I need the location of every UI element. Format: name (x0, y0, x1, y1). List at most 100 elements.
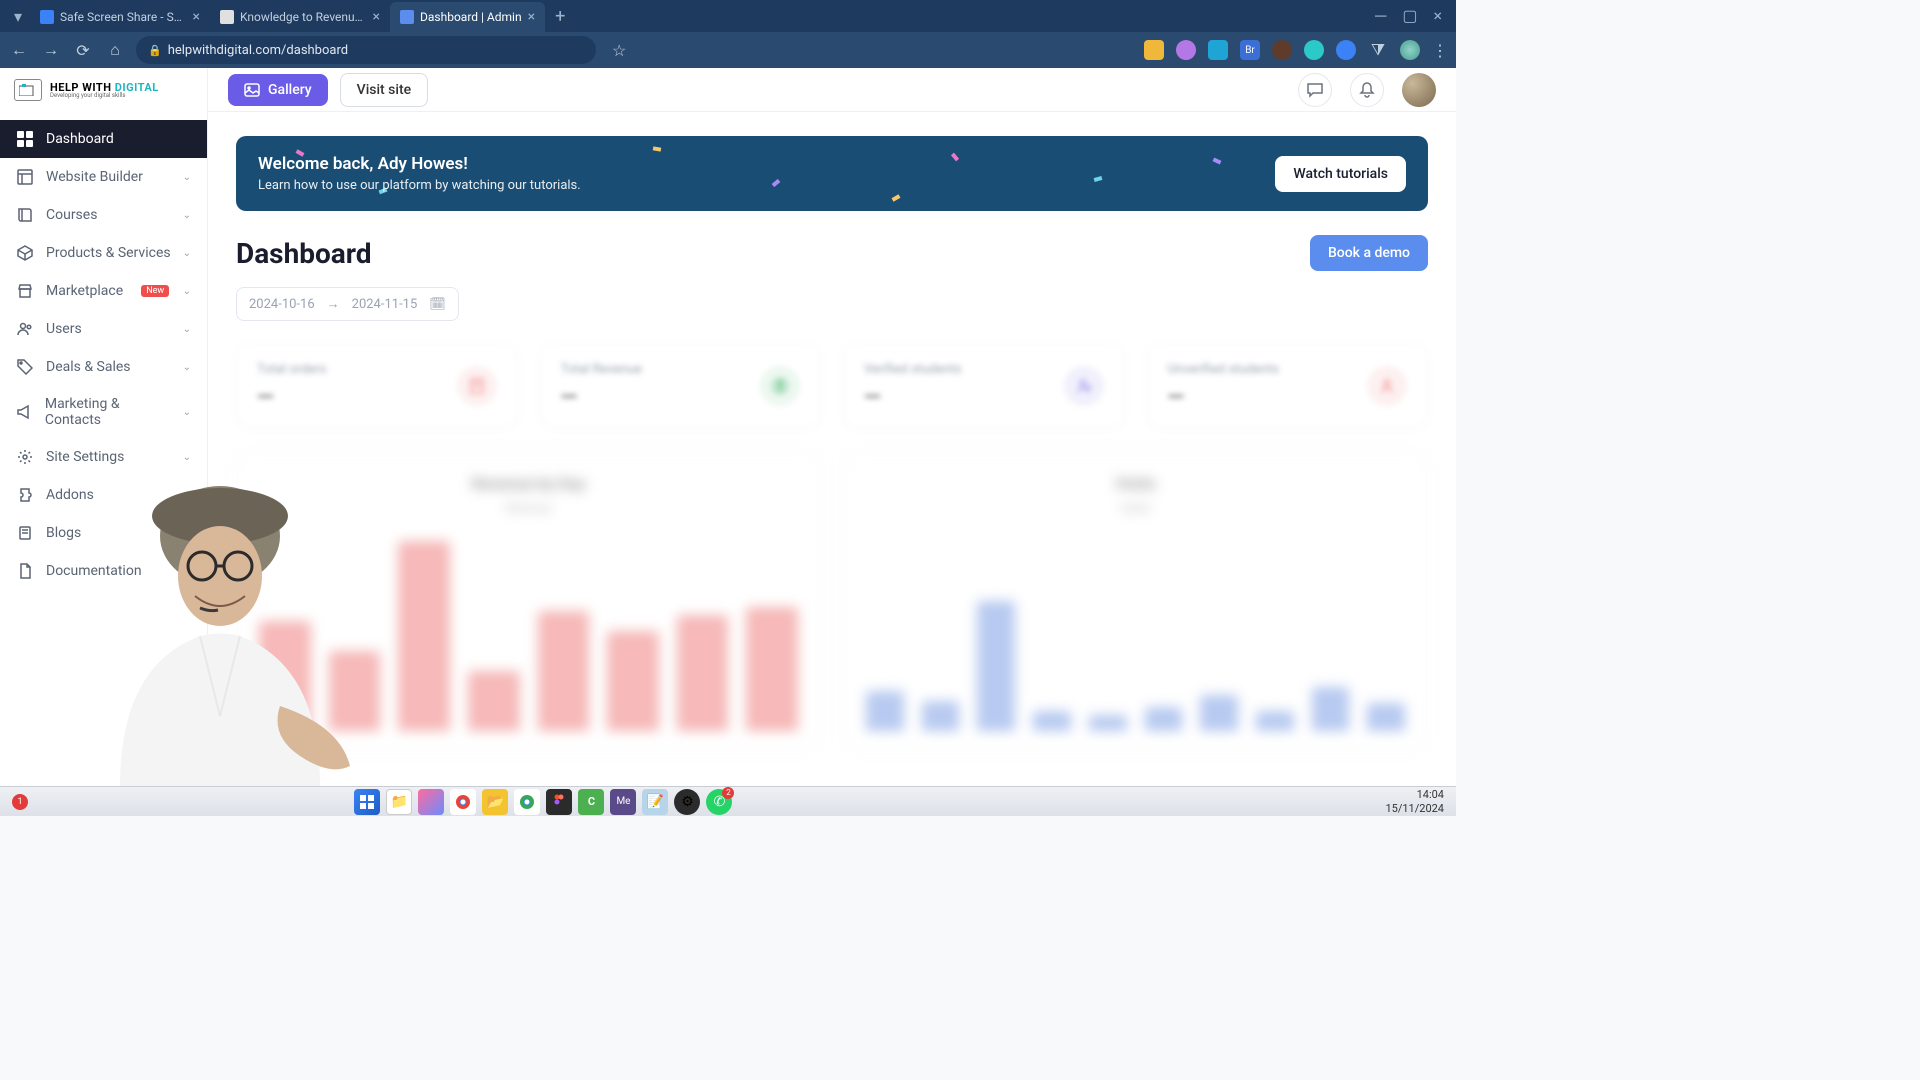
window-close-icon[interactable]: × (1433, 6, 1442, 26)
chart-bars (866, 531, 1405, 731)
grid-icon (16, 130, 34, 148)
taskbar-app-obs[interactable]: ⚙ (674, 789, 700, 815)
extension-icon[interactable]: Br (1240, 40, 1260, 60)
back-button[interactable]: ← (8, 40, 30, 60)
taskbar-notification-badge[interactable]: 1 (12, 794, 28, 810)
stat-card-unverified-students: Unverified students — (1147, 343, 1429, 429)
app-root: HELP WITH DIGITAL Developing your digita… (0, 68, 1456, 786)
bookmark-star-icon[interactable]: ☆ (612, 41, 626, 60)
start-button[interactable] (354, 789, 380, 815)
taskbar-app-files[interactable]: 📂 (482, 789, 508, 815)
sidebar-item-users[interactable]: Users ⌄ (0, 310, 207, 348)
date-range-picker[interactable]: 2024-10-16 → 2024-11-15 🗓 (236, 287, 459, 321)
extension-icon[interactable] (1176, 40, 1196, 60)
sidebar-item-label: Site Settings (46, 449, 124, 465)
window-maximize-icon[interactable]: ▢ (1402, 6, 1417, 26)
tab-search-dropdown[interactable]: ▾ (6, 7, 30, 26)
logo-icon (14, 79, 42, 101)
taskbar-app-chrome[interactable] (450, 789, 476, 815)
browser-tab-2[interactable]: Dashboard | Admin × (390, 2, 545, 32)
stats-row: Total orders — Total Revenue — $ (236, 343, 1428, 429)
bar (1367, 703, 1405, 731)
sidebar-item-deals-sales[interactable]: Deals & Sales ⌄ (0, 348, 207, 386)
chevron-down-icon: ⌄ (183, 286, 191, 297)
orders-icon (457, 366, 497, 406)
sidebar-item-label: Addons (46, 487, 94, 503)
browser-menu-icon[interactable]: ⋮ (1432, 41, 1448, 60)
tab-close-icon[interactable]: × (528, 9, 535, 25)
visit-site-button[interactable]: Visit site (340, 73, 428, 107)
extension-icon[interactable] (1208, 40, 1228, 60)
bar (1256, 711, 1294, 731)
logo[interactable]: HELP WITH DIGITAL Developing your digita… (0, 68, 207, 112)
book-demo-button[interactable]: Book a demo (1310, 235, 1428, 271)
sidebar-item-blogs[interactable]: Blogs (0, 514, 207, 552)
notifications-button[interactable] (1350, 73, 1384, 107)
revenue-icon: $ (760, 366, 800, 406)
taskbar-app-whatsapp[interactable]: ✆ (706, 789, 732, 815)
sidebar-item-label: Products & Services (46, 245, 171, 261)
chart-visits: Visits Visits (843, 451, 1428, 751)
watch-tutorials-button[interactable]: Watch tutorials (1275, 156, 1406, 192)
taskbar-app-me[interactable]: Me (610, 789, 636, 815)
taskbar-app-figma[interactable] (546, 789, 572, 815)
forward-button[interactable]: → (40, 40, 62, 60)
sidebar-item-products-services[interactable]: Products & Services ⌄ (0, 234, 207, 272)
tab-title: Safe Screen Share - Share your (60, 10, 187, 24)
sidebar-item-documentation[interactable]: Documentation (0, 552, 207, 590)
extension-icon[interactable] (1272, 40, 1292, 60)
favicon-icon (40, 10, 54, 24)
sidebar-item-label: Blogs (46, 525, 81, 541)
sidebar-item-addons[interactable]: Addons (0, 476, 207, 514)
sidebar-item-marketing-contacts[interactable]: Marketing & Contacts ⌄ (0, 386, 207, 438)
browser-toolbar: ← → ⟳ ⌂ 🔒 helpwithdigital.com/dashboard … (0, 32, 1456, 68)
sidebar-item-site-settings[interactable]: Site Settings ⌄ (0, 438, 207, 476)
sidebar-item-marketplace[interactable]: Marketplace New ⌄ (0, 272, 207, 310)
user-avatar[interactable] (1402, 73, 1436, 107)
extensions-puzzle-icon[interactable]: ⧩ (1368, 40, 1388, 60)
extension-icon[interactable] (1304, 40, 1324, 60)
window-minimize-icon[interactable]: ─ (1375, 6, 1386, 26)
bar (746, 607, 798, 731)
gallery-label: Gallery (268, 82, 312, 98)
taskbar-app-copilot[interactable] (418, 789, 444, 815)
sidebar-item-website-builder[interactable]: Website Builder ⌄ (0, 158, 207, 196)
taskbar-app-camtasia[interactable]: C (578, 789, 604, 815)
bar (398, 541, 450, 731)
stat-card-total-revenue: Total Revenue — $ (540, 343, 822, 429)
date-to: 2024-11-15 (352, 297, 418, 312)
gallery-icon (244, 82, 260, 98)
chart-bars (259, 531, 798, 731)
welcome-banner: Welcome back, Ady Howes! Learn how to us… (236, 136, 1428, 211)
date-from: 2024-10-16 (249, 297, 315, 312)
taskbar-center: 📁 📂 C Me 📝 ⚙ ✆ (354, 789, 732, 815)
messages-button[interactable] (1298, 73, 1332, 107)
tab-close-icon[interactable]: × (373, 9, 380, 25)
extension-icon[interactable] (1144, 40, 1164, 60)
sidebar-item-courses[interactable]: Courses ⌄ (0, 196, 207, 234)
profile-avatar-icon[interactable] (1400, 40, 1420, 60)
new-tab-button[interactable]: + (545, 6, 575, 27)
bar (922, 701, 960, 731)
taskbar-app-notepad[interactable]: 📝 (642, 789, 668, 815)
browser-tab-1[interactable]: Knowledge to Revenue | Desig × (210, 2, 390, 32)
home-button[interactable]: ⌂ (104, 40, 126, 60)
tab-close-icon[interactable]: × (193, 9, 200, 25)
chevron-down-icon: ⌄ (183, 362, 191, 373)
sidebar-item-dashboard[interactable]: Dashboard (0, 120, 207, 158)
gallery-button[interactable]: Gallery (228, 74, 328, 106)
extension-icon[interactable] (1336, 40, 1356, 60)
taskbar-app-explorer[interactable]: 📁 (386, 789, 412, 815)
browser-tab-0[interactable]: Safe Screen Share - Share your × (30, 2, 210, 32)
chevron-down-icon: ⌄ (183, 324, 191, 335)
taskbar-app-chrome-2[interactable] (514, 789, 540, 815)
reload-button[interactable]: ⟳ (72, 41, 94, 60)
file-icon (16, 562, 34, 580)
chevron-down-icon: ⌄ (183, 172, 191, 183)
welcome-subtitle: Learn how to use our platform by watchin… (258, 178, 581, 193)
address-bar[interactable]: 🔒 helpwithdigital.com/dashboard (136, 36, 596, 64)
stat-value: — (257, 385, 326, 410)
chevron-down-icon: ⌄ (183, 210, 191, 221)
taskbar-clock[interactable]: 14:04 15/11/2024 (1385, 788, 1444, 814)
gear-icon (16, 448, 34, 466)
